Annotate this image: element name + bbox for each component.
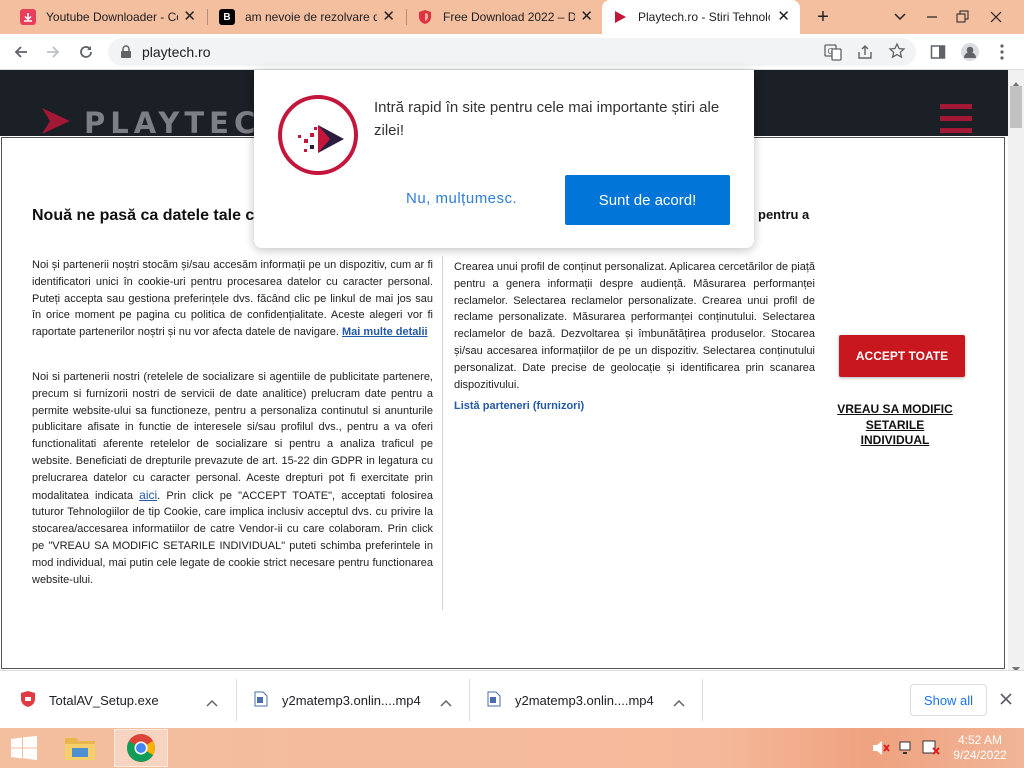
translate-icon[interactable]: G [824,43,842,66]
accept-notifications-button[interactable]: Sunt de acord! [565,175,730,225]
lock-icon[interactable] [120,45,132,64]
tab-youtube-downloader[interactable]: Youtube Downloader - Co ✕ [10,0,206,34]
download-filename: y2matemp3.onlin....mp4 [282,692,421,708]
playtech-icon [612,9,628,25]
forward-button[interactable] [41,40,65,64]
page-scrollbar[interactable] [1008,70,1024,672]
tab-search-chevron-icon[interactable] [890,8,910,26]
purposes-text: Crearea unui profil de conținut personal… [454,261,815,391]
accept-all-button[interactable]: ACCEPT TOATE [839,335,965,377]
tab-label: Playtech.ro - Stiri Tehnolo [638,10,770,24]
tab-label: am nevoie de rezolvare de [245,10,377,24]
scroll-thumb[interactable] [1010,86,1022,128]
windows-taskbar: 4:52 AM 9/24/2022 [0,728,1024,768]
tab-brainly[interactable]: B am nevoie de rezolvare de ✕ [209,0,405,34]
tab-playtech[interactable]: Playtech.ro - Stiri Tehnolo ✕ [602,0,800,34]
notification-message: Intră rapid în site pentru cele mai impo… [374,99,720,139]
profile-avatar[interactable] [958,40,982,64]
consent-rights-text: Noi si partenerii nostri (retelele de so… [32,371,433,502]
address-bar[interactable]: playtech.ro G [108,38,916,66]
action-center-icon[interactable] [922,740,940,761]
chrome-taskbar-button[interactable] [114,729,168,767]
playtech-circle-logo-icon [278,95,358,175]
download-item[interactable]: y2matemp3.onlin....mp4 [487,671,697,729]
download-filename: TotalAV_Setup.exe [49,692,159,708]
restore-button[interactable] [952,8,972,26]
more-menu-icon[interactable] [990,40,1014,64]
download-options-chevron-icon[interactable] [206,695,218,710]
close-tab-icon[interactable]: ✕ [580,9,593,25]
close-tab-icon[interactable]: ✕ [183,9,196,25]
clock-date: 9/24/2022 [953,748,1007,762]
bookmark-star-icon[interactable] [888,42,906,65]
totalav-icon [20,690,36,711]
close-tab-icon[interactable]: ✕ [382,9,395,25]
download-icon [20,9,36,25]
close-tab-icon[interactable]: ✕ [777,9,790,25]
tab-free-download[interactable]: Free Download 2022 – D ✕ [407,0,603,34]
tab-label: Free Download 2022 – D [443,10,575,24]
clock-time: 4:52 AM [957,733,1003,747]
tab-divider [207,9,208,25]
hamburger-menu-icon[interactable] [940,104,972,139]
network-icon[interactable] [898,740,916,761]
download-options-chevron-icon[interactable] [440,695,452,710]
minimize-button[interactable] [922,8,942,26]
consent-right-heading: pentru a [758,207,810,222]
more-details-link[interactable]: Mai multe detalii [342,326,428,338]
shield-icon [417,9,433,25]
consent-rights-paragraph: Noi si partenerii nostri (retelele de so… [32,369,433,588]
download-options-chevron-icon[interactable] [673,695,685,710]
aici-link[interactable]: aici [139,488,157,502]
download-filename: y2matemp3.onlin....mp4 [515,692,654,708]
downloads-bar: TotalAV_Setup.exe y2matemp3.onlin....mp4… [0,670,1024,728]
volume-muted-icon[interactable] [872,740,890,761]
column-divider [442,256,443,610]
playtech-logo-mark-icon[interactable] [40,106,72,141]
brainly-icon: B [219,9,235,25]
modify-settings-link[interactable]: VREAU SA MODIFIC SETARILE INDIVIDUAL [832,402,958,449]
decline-notifications-button[interactable]: Nu, mulțumesc. [406,190,517,207]
download-item[interactable]: TotalAV_Setup.exe [20,671,230,729]
download-divider [469,679,470,721]
download-item[interactable]: y2matemp3.onlin....mp4 [254,671,464,729]
tab-strip: Youtube Downloader - Co ✕ B am nevoie de… [0,0,1024,34]
file-icon [487,691,501,710]
close-window-button[interactable] [986,8,1006,26]
taskbar-clock[interactable]: 4:52 AM 9/24/2022 [948,733,1012,763]
consent-intro-paragraph: Noi și partenerii noștri stocăm și/sau a… [32,257,433,341]
consent-rights-text-end: . Prin click pe "ACCEPT TOATE", acceptat… [32,489,434,586]
partners-list-link[interactable]: Listă parteneri (furnizori) [454,400,584,412]
show-all-downloads-button[interactable]: Show all [910,684,987,716]
reload-button[interactable] [74,40,98,64]
side-panel-icon[interactable] [926,40,950,64]
file-explorer-icon[interactable] [62,732,98,769]
file-icon [254,691,268,710]
browser-toolbar: playtech.ro G [0,34,1024,70]
close-downloads-bar-icon[interactable] [998,691,1014,712]
url-text[interactable]: playtech.ro [142,44,210,60]
tab-label: Youtube Downloader - Co [46,10,178,24]
download-divider [236,679,237,721]
windows-start-icon[interactable] [10,736,38,765]
new-tab-button[interactable]: + [812,6,834,28]
share-icon[interactable] [856,43,874,66]
download-divider [702,679,703,721]
push-notification-prompt: Intră rapid în site pentru cele mai impo… [254,70,754,248]
chrome-icon [127,734,155,762]
back-button[interactable] [9,40,33,64]
